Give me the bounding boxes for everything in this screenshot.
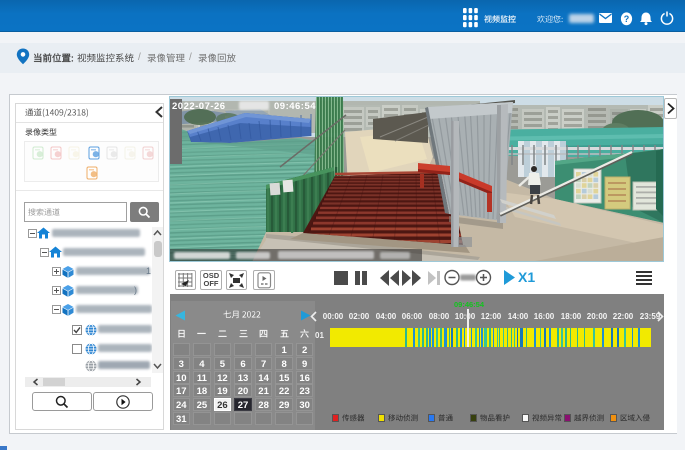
svg-text:2022-07-26: 2022-07-26 [172,101,226,112]
svg-text:?: ? [624,14,630,24]
svg-text:09:46:54: 09:46:54 [274,101,316,112]
